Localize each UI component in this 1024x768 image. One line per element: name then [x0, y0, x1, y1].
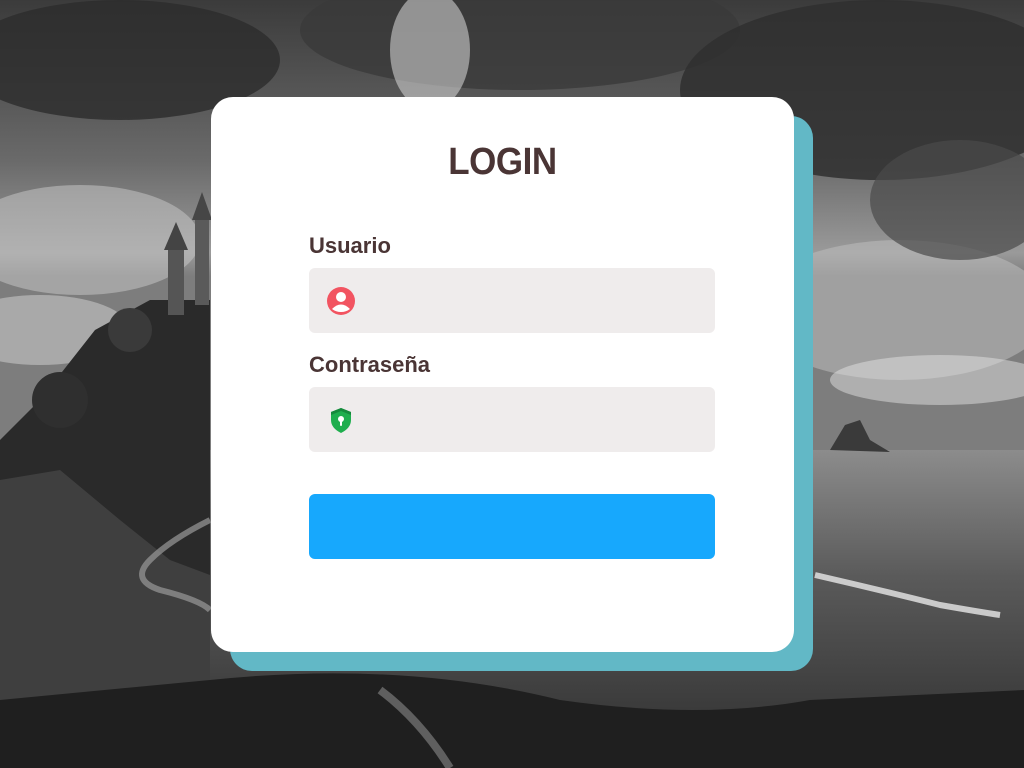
username-field[interactable] — [309, 268, 715, 333]
login-card: LOGIN Usuario Contraseña — [211, 97, 794, 652]
password-label: Contraseña — [309, 352, 431, 377]
shield-lock-icon — [326, 405, 356, 435]
password-input[interactable] — [367, 387, 703, 452]
username-label: Usuario — [309, 233, 391, 258]
login-title: LOGIN — [448, 141, 557, 183]
login-button[interactable] — [309, 494, 715, 559]
user-icon — [326, 286, 356, 316]
username-input[interactable] — [367, 268, 703, 333]
password-field[interactable] — [309, 387, 715, 452]
